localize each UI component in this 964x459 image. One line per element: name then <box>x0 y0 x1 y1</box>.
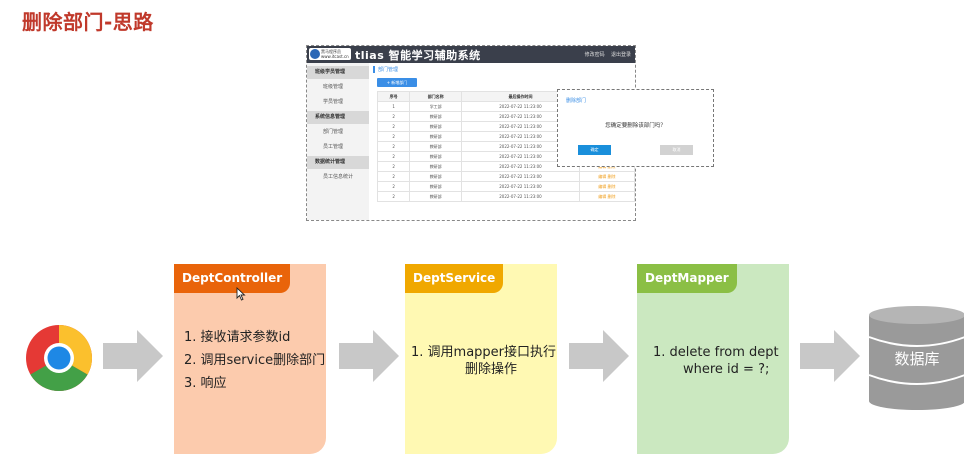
mapper-step-1-cont: where id = ?; <box>683 362 770 377</box>
table-cell: 2 <box>376 181 411 192</box>
controller-tag: DeptController <box>174 264 291 293</box>
logo-mark-icon <box>310 49 320 59</box>
cancel-button[interactable]: 取消 <box>660 145 693 155</box>
table-row: 2教研部2022-07-22 11:23:00编辑 删除 <box>376 191 635 202</box>
table-cell: 2022-07-22 11:23:00 <box>461 171 580 182</box>
sidebar-item-class[interactable]: 班级管理 <box>307 81 369 94</box>
row-actions[interactable]: 编辑 删除 <box>578 191 635 202</box>
table-cell: 2 <box>376 141 411 152</box>
mapper-box: DeptMapper 1. delete from dept where id … <box>637 264 789 454</box>
table-cell: 2 <box>376 151 411 162</box>
user-actions: 修改密码 退出登录 <box>585 51 631 58</box>
controller-step-3: 3. 响应 <box>184 376 227 391</box>
app-header: 黑马程序员 www.itcast.cn tlias 智能学习辅助系统 修改密码 … <box>307 46 635 63</box>
app-title: tlias 智能学习辅助系统 <box>355 49 481 62</box>
add-dept-button[interactable]: + 新增部门 <box>377 78 417 87</box>
service-box: DeptService 1. 调用mapper接口执行 删除操作 <box>405 264 557 454</box>
controller-step-2: 2. 调用service删除部门 <box>184 353 326 368</box>
table-cell: 1 <box>376 101 411 112</box>
table-cell: 2 <box>376 161 411 172</box>
col-header: 部门名称 <box>409 91 463 102</box>
logo-url: www.itcast.cn <box>321 54 349 59</box>
row-actions[interactable]: 编辑 删除 <box>578 181 635 192</box>
table-cell: 2 <box>376 121 411 132</box>
table-cell: 2 <box>376 111 411 122</box>
table-cell: 教研部 <box>409 151 463 162</box>
mapper-tag: DeptMapper <box>637 264 737 293</box>
service-step-1-cont: 删除操作 <box>465 362 518 377</box>
sidebar-item-emp-stats[interactable]: 员工信息统计 <box>307 171 369 184</box>
table-cell: 教研部 <box>409 131 463 142</box>
table-cell: 教研部 <box>409 141 463 152</box>
table-cell: 教研部 <box>409 181 463 192</box>
row-actions[interactable]: 编辑 删除 <box>578 171 635 182</box>
database-label: 数据库 <box>894 350 940 368</box>
flow-arrow-1 <box>103 330 163 382</box>
app-sidebar: 班级学员管理 班级管理 学员管理 系统信息管理 部门管理 员工管理 数据统计管理… <box>307 63 369 220</box>
flow-arrow-4 <box>800 330 860 382</box>
dialog-title: 删除部门 <box>566 98 587 104</box>
logout-link[interactable]: 退出登录 <box>611 52 631 58</box>
table-cell: 2022-07-22 11:23:00 <box>461 191 580 202</box>
table-cell: 2022-07-22 11:23:00 <box>461 181 580 192</box>
sidebar-group-system[interactable]: 系统信息管理 <box>307 111 369 124</box>
mouse-cursor-icon <box>236 287 246 301</box>
confirm-button[interactable]: 确定 <box>578 145 611 155</box>
table-cell: 教研部 <box>409 171 463 182</box>
flow-arrow-2 <box>339 330 399 382</box>
controller-box: DeptController 1. 接收请求参数id 2. 调用service删… <box>174 264 326 454</box>
dialog-message: 您确定要删除该部门吗？ <box>605 123 666 129</box>
table-row: 2教研部2022-07-22 11:23:00编辑 删除 <box>376 181 635 192</box>
delete-dialog: 删除部门 您确定要删除该部门吗？ 确定 取消 <box>557 89 714 167</box>
col-header: 序号 <box>376 91 411 102</box>
controller-step-1: 1. 接收请求参数id <box>184 330 291 345</box>
table-cell: 学工部 <box>409 101 463 112</box>
sidebar-group-stats[interactable]: 数据统计管理 <box>307 156 369 169</box>
table-cell: 2 <box>376 131 411 142</box>
table-cell: 教研部 <box>409 191 463 202</box>
table-cell: 2 <box>376 171 411 182</box>
page-title: 删除部门-思路 <box>22 10 154 34</box>
service-tag: DeptService <box>405 264 504 293</box>
chrome-browser-icon <box>26 325 93 392</box>
sidebar-item-emp[interactable]: 员工管理 <box>307 141 369 154</box>
table-cell: 教研部 <box>409 121 463 132</box>
breadcrumb: 部门管理 <box>373 66 398 73</box>
flow-arrow-3 <box>569 330 629 382</box>
change-password-link[interactable]: 修改密码 <box>585 52 605 58</box>
app-logo: 黑马程序员 www.itcast.cn <box>309 48 351 60</box>
sidebar-item-student[interactable]: 学员管理 <box>307 96 369 109</box>
table-cell: 2 <box>376 191 411 202</box>
table-cell: 教研部 <box>409 161 463 172</box>
sidebar-item-dept[interactable]: 部门管理 <box>307 126 369 139</box>
table-row: 2教研部2022-07-22 11:23:00编辑 删除 <box>376 171 635 182</box>
table-cell: 教研部 <box>409 111 463 122</box>
sidebar-group-class-student[interactable]: 班级学员管理 <box>307 66 369 79</box>
